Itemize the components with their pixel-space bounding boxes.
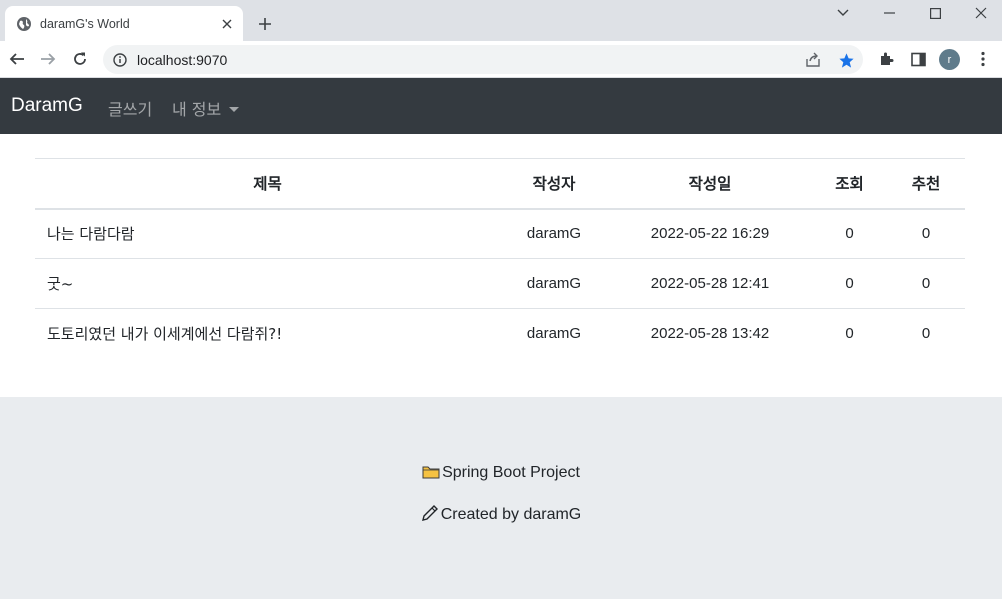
post-date: 2022-05-22 16:29 bbox=[608, 208, 812, 259]
footer-project: Spring Boot Project bbox=[0, 464, 1002, 485]
share-icon[interactable] bbox=[803, 50, 823, 70]
footer-credit-text: Created by daramG bbox=[440, 506, 582, 523]
post-likes: 0 bbox=[887, 208, 965, 259]
table-row[interactable]: 굿~ daramG 2022-05-28 12:41 0 0 bbox=[35, 258, 965, 309]
post-views: 0 bbox=[812, 308, 887, 359]
tab-title: daramG's World bbox=[40, 16, 130, 31]
header-title: 제목 bbox=[35, 158, 500, 210]
header-writer: 작성자 bbox=[500, 158, 608, 210]
url-text[interactable]: localhost:9070 bbox=[137, 52, 227, 68]
site-info-icon[interactable] bbox=[111, 51, 129, 69]
nav-dropdown-my-info[interactable]: 내 정보 bbox=[172, 96, 240, 120]
post-date: 2022-05-28 12:41 bbox=[608, 258, 812, 309]
minimize-icon[interactable] bbox=[866, 2, 912, 24]
browser-toolbar: localhost:9070 r bbox=[0, 41, 1002, 78]
browser-tab[interactable]: daramG's World bbox=[5, 6, 243, 41]
post-writer: daramG bbox=[500, 208, 608, 259]
profile-avatar[interactable]: r bbox=[939, 49, 960, 70]
post-title[interactable]: 도토리였던 내가 이세계에선 다람쥐?! bbox=[35, 308, 500, 359]
post-title[interactable]: 굿~ bbox=[35, 258, 500, 309]
footer-project-text: Spring Boot Project bbox=[442, 464, 580, 481]
header-likes: 추천 bbox=[887, 158, 965, 210]
globe-icon bbox=[16, 16, 32, 32]
back-icon[interactable] bbox=[4, 46, 30, 72]
address-bar[interactable]: localhost:9070 bbox=[103, 45, 863, 74]
post-title[interactable]: 나는 다람다람 bbox=[35, 208, 500, 259]
more-menu-icon[interactable] bbox=[970, 46, 996, 72]
table-row[interactable]: 도토리였던 내가 이세계에선 다람쥐?! daramG 2022-05-28 1… bbox=[35, 308, 965, 359]
tab-search-icon[interactable] bbox=[820, 2, 866, 24]
post-likes: 0 bbox=[887, 308, 965, 359]
close-tab-icon[interactable] bbox=[217, 14, 237, 34]
header-date: 작성일 bbox=[608, 158, 812, 210]
nav-link-write[interactable]: 글쓰기 bbox=[108, 96, 152, 120]
close-window-icon[interactable] bbox=[958, 2, 1002, 24]
extensions-icon[interactable] bbox=[873, 46, 899, 72]
post-views: 0 bbox=[812, 258, 887, 309]
nav-link-my-info-label: 내 정보 bbox=[172, 100, 222, 119]
post-writer: daramG bbox=[500, 308, 608, 359]
new-tab-icon[interactable] bbox=[254, 13, 276, 35]
reload-icon[interactable] bbox=[67, 46, 93, 72]
folder-icon bbox=[422, 464, 440, 485]
navbar-brand[interactable]: DaramG bbox=[11, 95, 83, 117]
table-header-row: 제목 작성자 작성일 조회 추천 bbox=[35, 158, 965, 210]
side-panel-icon[interactable] bbox=[905, 46, 931, 72]
maximize-icon[interactable] bbox=[912, 2, 958, 24]
browser-tabstrip: daramG's World bbox=[0, 0, 1002, 41]
post-list-section: 제목 작성자 작성일 조회 추천 나는 다람다람 daramG 2022-05-… bbox=[0, 134, 1002, 397]
post-date: 2022-05-28 13:42 bbox=[608, 308, 812, 359]
bookmark-star-icon[interactable] bbox=[836, 50, 856, 70]
post-views: 0 bbox=[812, 208, 887, 259]
header-views: 조회 bbox=[812, 158, 887, 210]
forward-icon[interactable] bbox=[35, 46, 61, 72]
caret-down-icon bbox=[229, 107, 240, 112]
site-footer: Spring Boot Project Created by daramG bbox=[0, 397, 1002, 599]
post-table: 제목 작성자 작성일 조회 추천 나는 다람다람 daramG 2022-05-… bbox=[35, 158, 965, 359]
table-row[interactable]: 나는 다람다람 daramG 2022-05-22 16:29 0 0 bbox=[35, 208, 965, 259]
pencil-icon bbox=[421, 504, 439, 527]
footer-credit: Created by daramG bbox=[0, 504, 1002, 527]
post-likes: 0 bbox=[887, 258, 965, 309]
post-writer: daramG bbox=[500, 258, 608, 309]
site-navbar: DaramG 글쓰기 내 정보 bbox=[0, 78, 1002, 134]
